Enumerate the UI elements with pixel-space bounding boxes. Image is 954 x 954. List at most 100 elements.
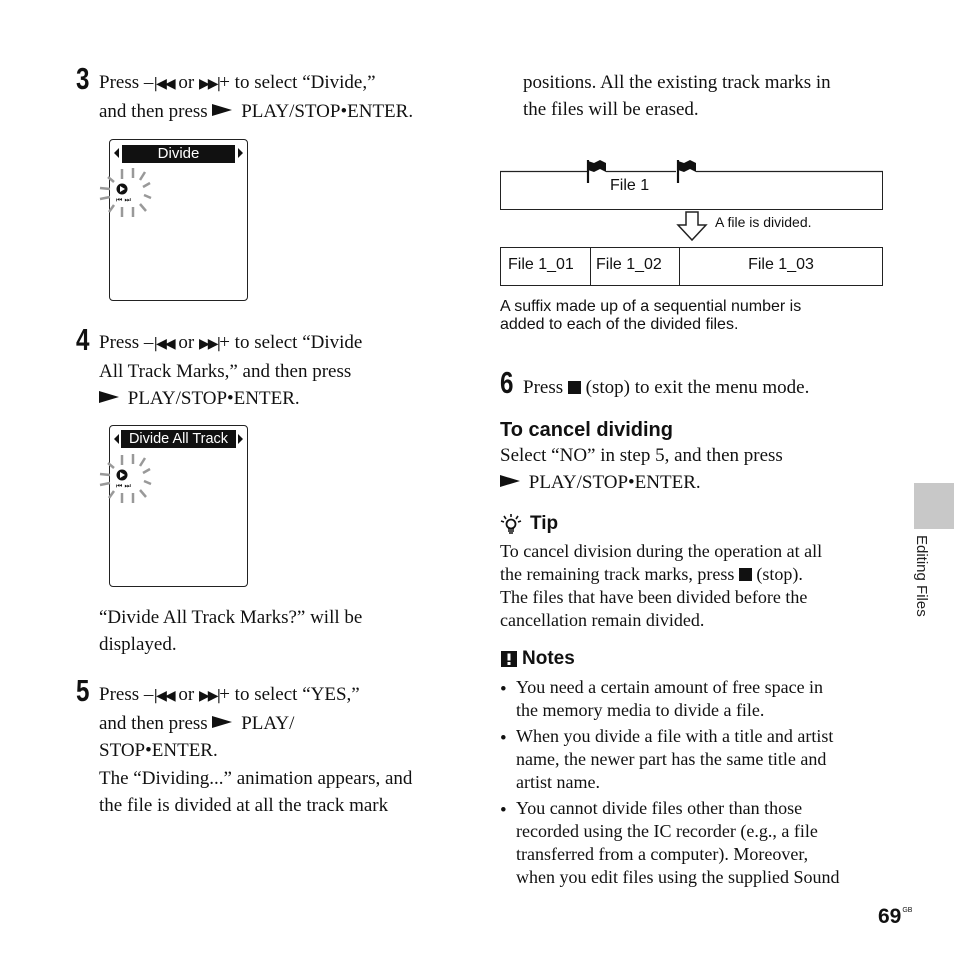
play-icon — [212, 104, 233, 116]
cancel-text: Select “NO” in step 5, and then press PL… — [500, 442, 783, 496]
next-track-icon: ▶▶| — [198, 688, 221, 704]
stop-icon — [567, 381, 581, 394]
text: Select “NO” in step 5, and then press — [500, 445, 783, 466]
text: You cannot divide files other than those — [516, 798, 803, 818]
track-mark-flag-icon — [586, 160, 606, 183]
play-icon — [99, 391, 119, 403]
result-file-label: File 1_01 — [508, 256, 574, 273]
arrow-caption: A file is divided. — [715, 214, 812, 230]
text: “Divide All Track Marks?” will be — [99, 607, 363, 628]
text: Press — [523, 377, 568, 398]
text: STOP•ENTER. — [99, 740, 218, 761]
text: and then press — [99, 101, 213, 122]
left-arrow-icon — [114, 434, 119, 444]
step-6-text: Press (stop) to exit the menu mode. — [523, 374, 809, 401]
tip-heading: Tip — [530, 513, 559, 534]
svg-text:⏮ ⏭: ⏮ ⏭ — [116, 196, 132, 204]
note-item: You cannot divide files other than those… — [500, 797, 880, 889]
step-5-result-text: The “Dividing...” animation appears, and… — [99, 765, 412, 819]
left-arrow-icon — [114, 148, 119, 158]
text: displayed. — [99, 634, 177, 655]
text: (stop). — [751, 564, 803, 584]
text: the file is divided at all the track mar… — [99, 795, 389, 816]
page-suffix: GB — [902, 907, 913, 914]
text: Press – — [99, 332, 154, 353]
result-file-box: File 1_01 — [500, 247, 591, 286]
lcd-menu-label: Divide — [122, 145, 235, 163]
text: the remaining track marks, press — [500, 564, 739, 584]
text: PLAY/STOP•ENTER. — [524, 472, 701, 493]
text: recorded using the IC recorder (e.g., a … — [516, 821, 818, 841]
source-file-label: File 1 — [610, 177, 650, 194]
diagram-caption: A suffix made up of a sequential number … — [500, 298, 801, 334]
lcd-display-divide-all: Divide All Track ⏮ ⏭ — [99, 425, 248, 587]
text: To cancel division during the operation … — [500, 541, 823, 561]
text: PLAY/ — [236, 713, 295, 734]
text: Press – — [99, 72, 154, 93]
step-4-result-text: “Divide All Track Marks?” will be displa… — [99, 604, 362, 658]
lcd-display-divide: Divide ⏮ ⏭ — [99, 139, 248, 301]
step-4-text: Press –|◀◀ or ▶▶|+ to select “Divide All… — [99, 329, 362, 412]
step-5-number: 5 — [76, 673, 90, 708]
step-3-text: Press –|◀◀ or ▶▶|+ to select “Divide,” a… — [99, 69, 413, 125]
text: or — [173, 684, 199, 705]
text: positions. All the existing track marks … — [523, 72, 831, 93]
text: The files that have been divided before … — [500, 587, 808, 607]
step-3-number: 3 — [76, 61, 90, 96]
result-file-box: File 1_03 — [679, 247, 883, 286]
svg-text:⏮ ⏭: ⏮ ⏭ — [116, 482, 132, 490]
prev-track-icon: |◀◀ — [153, 688, 175, 704]
right-arrow-icon — [238, 434, 243, 444]
text: cancellation remain divided. — [500, 610, 705, 630]
section-tab — [914, 483, 954, 529]
text: (stop) to exit the menu mode. — [580, 377, 810, 398]
note-item: When you divide a file with a title and … — [500, 725, 880, 794]
prev-track-icon: |◀◀ — [153, 76, 175, 92]
text: name, the newer part has the same title … — [516, 749, 827, 769]
result-file-box: File 1_02 — [590, 247, 680, 286]
prev-track-icon: |◀◀ — [153, 336, 175, 352]
result-file-label: File 1_02 — [596, 256, 662, 273]
text: or — [173, 72, 199, 93]
blinking-play-button-icon: ⏮ ⏭ — [99, 454, 152, 503]
step-5-text: Press –|◀◀ or ▶▶|+ to select “YES,” and … — [99, 681, 360, 764]
text: When you divide a file with a title and … — [516, 726, 834, 746]
text: A suffix made up of a sequential number … — [500, 298, 802, 315]
text: All Track Marks,” and then press — [99, 361, 352, 382]
text: transferred from a computer). Moreover, — [516, 844, 809, 864]
step-5-result-continued: positions. All the existing track marks … — [523, 69, 831, 123]
next-track-icon: ▶▶| — [198, 76, 221, 92]
text: The “Dividing...” animation appears, and — [99, 768, 413, 789]
text: added to each of the divided files. — [500, 316, 739, 333]
next-track-icon: ▶▶| — [198, 336, 221, 352]
text: when you edit files using the supplied S… — [516, 867, 840, 887]
lcd-menu-label: Divide All Track — [121, 430, 236, 448]
section-tab-label: Editing Files — [913, 535, 930, 617]
text: Press – — [99, 684, 154, 705]
notes-list: You need a certain amount of free space … — [500, 676, 880, 892]
text: artist name. — [516, 772, 600, 792]
page-number-value: 69 — [878, 905, 902, 928]
tip-text: To cancel division during the operation … — [500, 540, 822, 632]
note-item: You need a certain amount of free space … — [500, 676, 880, 722]
blinking-play-button-icon: ⏮ ⏭ — [99, 168, 152, 217]
text: or — [173, 332, 199, 353]
page-number: 69GB — [878, 905, 912, 929]
stop-icon — [738, 568, 752, 581]
step-6-number: 6 — [500, 365, 514, 400]
notes-exclamation-icon — [501, 651, 517, 667]
notes-heading: Notes — [522, 648, 575, 669]
lightbulb-icon — [500, 514, 522, 534]
text: PLAY/STOP•ENTER. — [123, 388, 300, 409]
text: You need a certain amount of free space … — [516, 677, 824, 697]
down-arrow-icon — [676, 211, 708, 242]
right-arrow-icon — [238, 148, 243, 158]
text: + to select “Divide,” — [219, 72, 376, 93]
text: the files will be erased. — [523, 99, 699, 120]
play-icon — [500, 475, 520, 487]
cancel-heading: To cancel dividing — [500, 419, 673, 441]
text: + to select “Divide — [219, 332, 363, 353]
result-file-label: File 1_03 — [748, 256, 814, 273]
track-mark-flag-icon — [676, 160, 696, 183]
text: and then press — [99, 713, 213, 734]
